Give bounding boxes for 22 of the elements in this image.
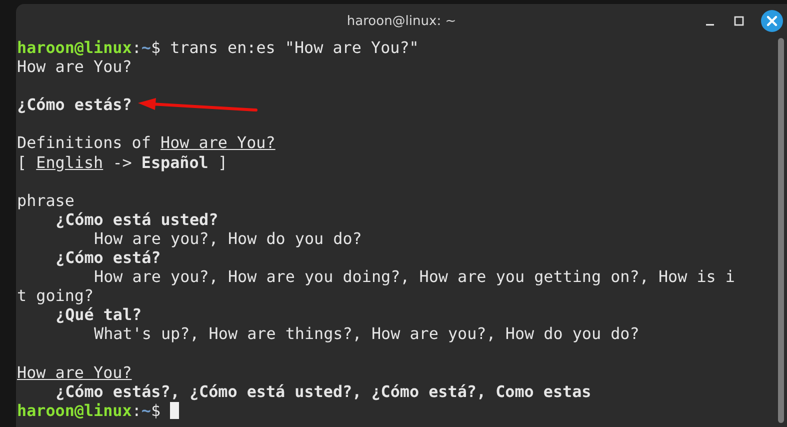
output-line: How are you?, How do you do? (94, 228, 362, 248)
output-line: Definitions of How are You? (17, 133, 276, 153)
output-line: ¿Qué tal? (56, 305, 142, 324)
maximize-icon[interactable] (732, 14, 746, 28)
output-line: ¿Cómo está? (56, 248, 161, 268)
close-icon[interactable] (761, 10, 783, 32)
scrollbar[interactable] (778, 38, 784, 423)
prompt-line: haroon@linux:~$ (17, 400, 162, 420)
output-line: ¿Cómo estás? (17, 95, 132, 114)
underlined-text: English (36, 152, 104, 172)
prompt-line: haroon@linux:~$ trans en:es "How are You?" (17, 38, 419, 58)
output-line: [ English -> Español ] (17, 152, 228, 172)
output-line: What's up?, How are things?, How are you?, How do you do? (94, 324, 640, 344)
output-line: ¿Cómo está usted? (56, 210, 218, 229)
output-line: t going? (17, 286, 94, 306)
output-line: How are You? (17, 57, 132, 76)
window-title: haroon@linux: ~ (346, 14, 456, 28)
underlined-text: How are You? (160, 133, 276, 152)
output-line: phrase (17, 190, 74, 210)
output-line: How are you?, How are you doing?, How are you getting on?, How is i (94, 267, 735, 286)
output-line: ¿Cómo estás?, ¿Cómo está usted?, ¿Cómo está?, Como estas (56, 382, 592, 401)
underlined-text: How are You? (17, 362, 132, 382)
